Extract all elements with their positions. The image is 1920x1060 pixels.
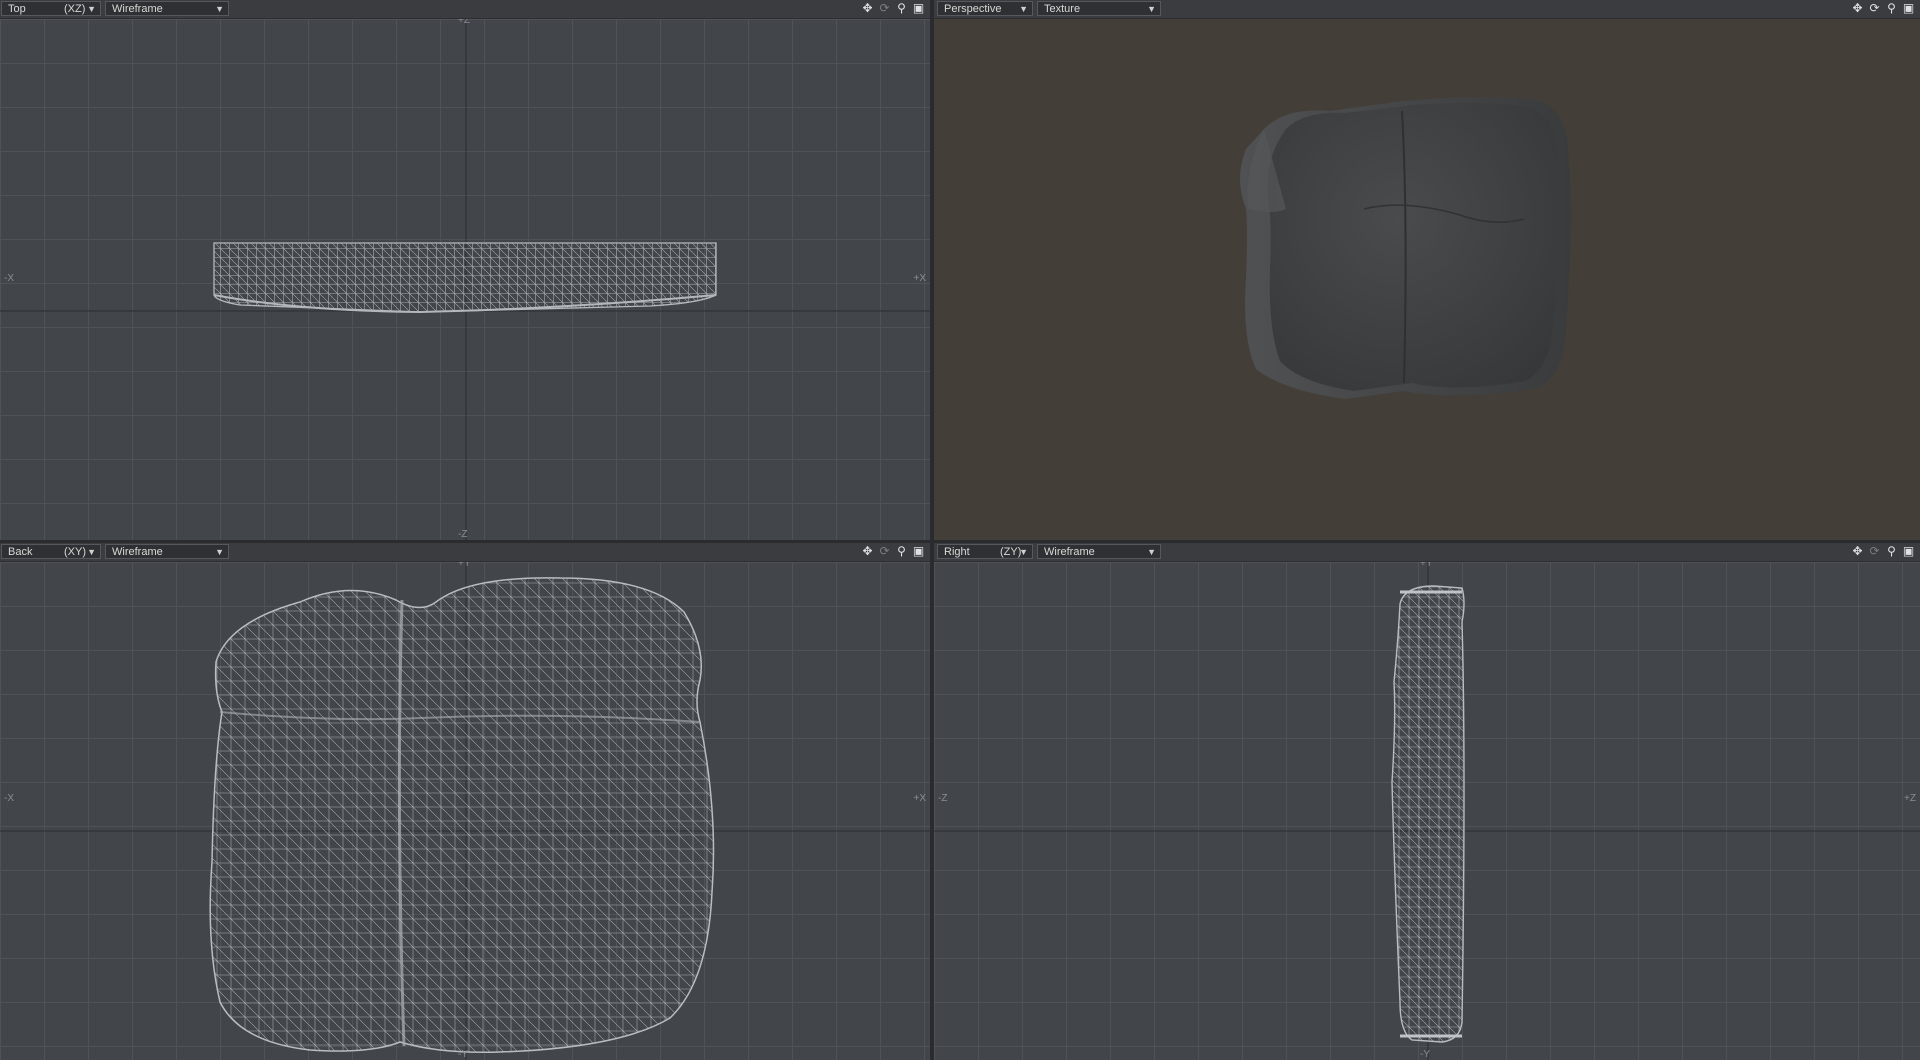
axis-label-right: +Z: [1904, 793, 1916, 804]
top-canvas[interactable]: -X +X +Z -Z: [0, 15, 930, 540]
viewport-header: Perspective ▼ Texture ▼ ✥ ⟳ ⚲ ▣: [934, 0, 1920, 19]
right-svg: [934, 562, 1920, 1060]
viewport-tools: ✥ ⟳ ⚲ ▣: [1850, 1, 1916, 16]
move-icon[interactable]: ✥: [860, 1, 875, 16]
perspective-svg: [1240, 97, 1571, 399]
zoom-icon[interactable]: ⚲: [894, 544, 909, 559]
rotate-icon[interactable]: ⟳: [877, 544, 892, 559]
mesh-wireframe: [1391, 585, 1465, 1043]
chevron-down-icon: ▼: [87, 547, 96, 557]
right-canvas[interactable]: -Z +Z +Y -Y: [934, 558, 1920, 1060]
back-viewport[interactable]: Back (XY) ▼ Wireframe ▼ ✥ ⟳ ⚲ ▣ -X +X +Y…: [0, 543, 930, 1060]
view-select[interactable]: Top (XZ) ▼: [1, 1, 101, 16]
render-mode-select[interactable]: Wireframe ▼: [105, 544, 229, 559]
chevron-down-icon: ▼: [215, 4, 224, 14]
mesh-wireframe: [213, 242, 717, 314]
render-mode-select[interactable]: Wireframe ▼: [1037, 544, 1161, 559]
rotate-icon[interactable]: ⟳: [877, 1, 892, 16]
viewport-header: Right (ZY) ▼ Wireframe ▼ ✥ ⟳ ⚲ ▣: [934, 543, 1920, 562]
zoom-icon[interactable]: ⚲: [1884, 1, 1899, 16]
maximize-icon[interactable]: ▣: [911, 1, 926, 16]
axis-label-left: -X: [4, 273, 14, 284]
viewport-tools: ✥ ⟳ ⚲ ▣: [860, 1, 926, 16]
rotate-icon[interactable]: ⟳: [1867, 544, 1882, 559]
view-label: Right: [944, 546, 970, 558]
maximize-icon[interactable]: ▣: [911, 544, 926, 559]
chevron-down-icon: ▼: [215, 547, 224, 557]
maximize-icon[interactable]: ▣: [1901, 1, 1916, 16]
axis-label-bottom: -Z: [458, 529, 468, 540]
back-canvas[interactable]: -X +X +Y -Y: [0, 558, 930, 1060]
bread-model: [1240, 97, 1571, 399]
axis-label-right: +X: [913, 273, 926, 284]
perspective-viewport[interactable]: Perspective ▼ Texture ▼ ✥ ⟳ ⚲ ▣: [934, 0, 1920, 540]
plane-label: (XY): [64, 546, 86, 558]
view-label: Perspective: [944, 3, 1002, 15]
chevron-down-icon: ▼: [1019, 547, 1028, 557]
axis-label-bottom: -Y: [1420, 1049, 1430, 1060]
move-icon[interactable]: ✥: [860, 544, 875, 559]
chevron-down-icon: ▼: [1019, 4, 1028, 14]
rotate-icon[interactable]: ⟳: [1867, 1, 1882, 16]
render-mode-label: Texture: [1044, 3, 1081, 15]
zoom-icon[interactable]: ⚲: [1884, 544, 1899, 559]
render-mode-select[interactable]: Wireframe ▼: [105, 1, 229, 16]
viewport-header: Top (XZ) ▼ Wireframe ▼ ✥ ⟳ ⚲ ▣: [0, 0, 930, 19]
viewport-layout: Top (XZ) ▼ Wireframe ▼ ✥ ⟳ ⚲ ▣ -X +X +Z …: [0, 0, 1920, 1060]
viewport-header: Back (XY) ▼ Wireframe ▼ ✥ ⟳ ⚲ ▣: [0, 543, 930, 562]
view-label: Back: [8, 546, 33, 558]
move-icon[interactable]: ✥: [1850, 1, 1865, 16]
move-icon[interactable]: ✥: [1850, 544, 1865, 559]
chevron-down-icon: ▼: [1147, 4, 1156, 14]
render-mode-select[interactable]: Texture ▼: [1037, 1, 1161, 16]
top-svg: [0, 19, 930, 540]
chevron-down-icon: ▼: [87, 4, 96, 14]
axis-label-left: -X: [4, 793, 14, 804]
render-mode-label: Wireframe: [1044, 546, 1095, 558]
maximize-icon[interactable]: ▣: [1901, 544, 1916, 559]
view-select[interactable]: Back (XY) ▼: [1, 544, 101, 559]
view-select[interactable]: Perspective ▼: [937, 1, 1033, 16]
viewport-tools: ✥ ⟳ ⚲ ▣: [860, 544, 926, 559]
axis-label-bottom: -Y: [458, 1049, 468, 1060]
axis-label-left: -Z: [938, 793, 948, 804]
mesh-wireframe: [209, 577, 715, 1054]
perspective-canvas[interactable]: [934, 19, 1920, 540]
render-mode-label: Wireframe: [112, 3, 163, 15]
viewport-tools: ✥ ⟳ ⚲ ▣: [1850, 544, 1916, 559]
view-select[interactable]: Right (ZY) ▼: [937, 544, 1033, 559]
back-svg: [0, 562, 930, 1060]
render-mode-label: Wireframe: [112, 546, 163, 558]
axis-label-right: +X: [913, 793, 926, 804]
plane-label: (XZ): [64, 3, 86, 15]
zoom-icon[interactable]: ⚲: [894, 1, 909, 16]
view-label: Top: [8, 3, 26, 15]
right-viewport[interactable]: Right (ZY) ▼ Wireframe ▼ ✥ ⟳ ⚲ ▣ -Z +Z +…: [934, 543, 1920, 1060]
top-viewport[interactable]: Top (XZ) ▼ Wireframe ▼ ✥ ⟳ ⚲ ▣ -X +X +Z …: [0, 0, 930, 540]
chevron-down-icon: ▼: [1147, 547, 1156, 557]
